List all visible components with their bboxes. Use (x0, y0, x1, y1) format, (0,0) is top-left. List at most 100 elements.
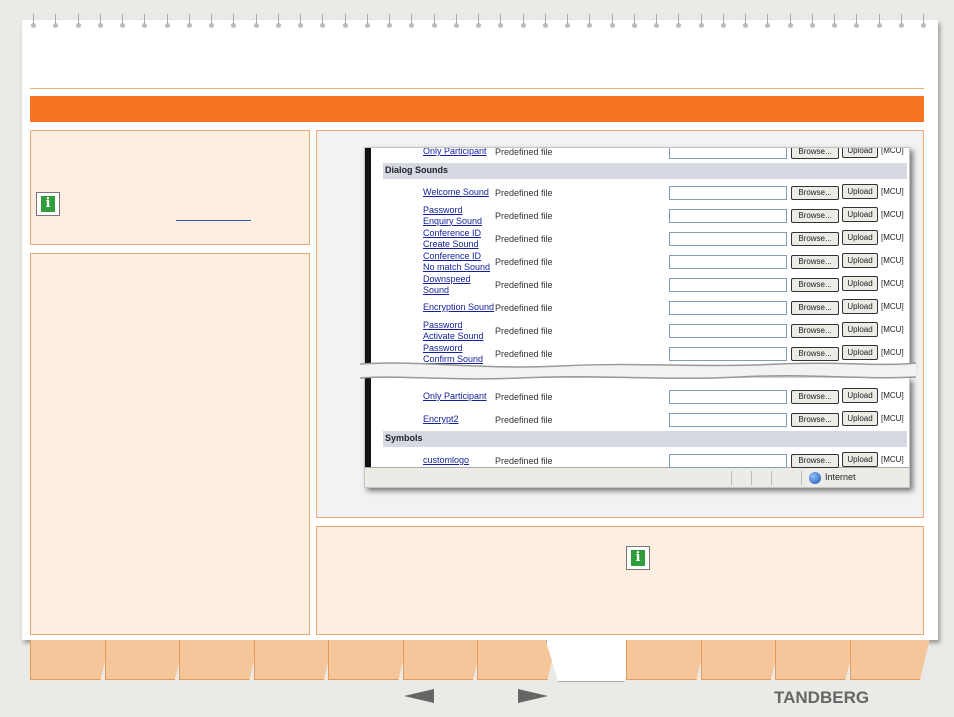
chapter-tab[interactable] (545, 640, 638, 682)
upload-button[interactable]: Upload (842, 184, 878, 199)
status-divider (731, 471, 732, 485)
browse-button[interactable]: Browse... (791, 232, 839, 246)
sound-row: Conference ID Create Sound Predefined fil… (383, 227, 907, 250)
browse-button[interactable]: Browse... (791, 148, 839, 159)
binder-ring (142, 14, 149, 28)
binder-ring (186, 14, 194, 28)
chapter-tab[interactable] (849, 640, 930, 680)
sound-name-link[interactable]: Conference ID Create Sound (423, 227, 495, 250)
sound-name-link[interactable]: Only Participant (423, 148, 495, 163)
browse-button[interactable]: Browse... (791, 390, 839, 404)
sound-name-link[interactable]: Encryption Sound (423, 296, 495, 319)
upload-button[interactable]: Upload (842, 207, 878, 222)
sound-name-link[interactable]: Downspeed Sound (423, 273, 495, 296)
binder-rings (31, 14, 932, 34)
chapter-tab[interactable] (253, 640, 334, 680)
binder-ring (31, 14, 38, 28)
file-path-input[interactable] (669, 255, 787, 269)
mcu-badge: [MCU] (881, 233, 904, 242)
section-header-bar (30, 96, 924, 122)
chapter-tab[interactable] (477, 640, 557, 680)
chapter-tabs (30, 640, 930, 682)
browse-button[interactable]: Browse... (791, 347, 839, 361)
sound-name-link[interactable]: Conference ID No match Sound (423, 250, 495, 273)
file-type-label: Predefined file (495, 414, 553, 425)
upload-button[interactable]: Upload (842, 452, 878, 467)
status-divider (751, 471, 752, 485)
upload-button[interactable]: Upload (842, 388, 878, 403)
upload-button[interactable]: Upload (842, 322, 878, 337)
chapter-tab[interactable] (775, 640, 855, 680)
file-path-input[interactable] (669, 454, 787, 468)
browse-button[interactable]: Browse... (791, 278, 839, 292)
binder-ring (787, 14, 795, 28)
file-type-label: Predefined file (495, 256, 553, 267)
file-path-input[interactable] (669, 324, 787, 338)
browse-button[interactable]: Browse... (791, 301, 839, 315)
upload-button[interactable]: Upload (842, 345, 878, 360)
browse-button[interactable]: Browse... (791, 413, 839, 427)
sound-name-link[interactable]: Welcome Sound (423, 181, 495, 204)
file-path-input[interactable] (669, 347, 787, 361)
sound-name-link[interactable]: Password Activate Sound (423, 319, 495, 342)
binder-ring (209, 14, 216, 28)
sound-name-link[interactable]: customlogo (423, 449, 495, 472)
chapter-tab[interactable] (700, 640, 781, 680)
binder-ring (453, 14, 461, 28)
file-path-input[interactable] (669, 232, 787, 246)
arrow-right-icon[interactable] (518, 689, 548, 703)
globe-icon (809, 472, 821, 484)
info-icon[interactable]: i (36, 192, 60, 216)
binder-ring (587, 14, 594, 28)
sound-name-link[interactable]: Encrypt2 (423, 408, 495, 431)
file-path-input[interactable] (669, 301, 787, 315)
binder-ring (253, 14, 261, 28)
sound-row: Password Confirm Sound Predefined file Bro… (383, 342, 907, 365)
sound-name-link[interactable]: Password Enquiry Sound (423, 204, 495, 227)
chapter-tab[interactable] (328, 640, 408, 680)
binder-ring (854, 14, 861, 28)
file-path-input[interactable] (669, 148, 787, 159)
file-type-label: Predefined file (495, 147, 553, 157)
binder-ring (342, 14, 350, 28)
browse-button[interactable]: Browse... (791, 186, 839, 200)
chapter-tab[interactable] (104, 640, 185, 680)
mcu-badge: [MCU] (881, 302, 904, 311)
browse-button[interactable]: Browse... (791, 324, 839, 338)
mcu-badge: [MCU] (881, 210, 904, 219)
binder-ring (542, 14, 550, 28)
upload-button[interactable]: Upload (842, 411, 878, 426)
sound-row: Encrypt2 Predefined file Browse... Upload [M… (383, 408, 907, 431)
file-path-input[interactable] (669, 413, 787, 427)
chapter-tab[interactable] (30, 640, 110, 680)
browse-button[interactable]: Browse... (791, 209, 839, 223)
binder-ring (75, 14, 83, 28)
file-path-input[interactable] (669, 186, 787, 200)
chapter-tab[interactable] (402, 640, 483, 680)
browse-button[interactable]: Browse... (791, 255, 839, 269)
upload-button[interactable]: Upload (842, 148, 878, 158)
arrow-left-icon[interactable] (404, 689, 434, 703)
sound-name-link[interactable]: Password Confirm Sound (423, 342, 495, 365)
upload-button[interactable]: Upload (842, 299, 878, 314)
info-link[interactable] (176, 220, 251, 221)
web-page-screenshot-bottom: Internet Only Participant Predefined file… (364, 378, 910, 488)
window-edge (365, 148, 371, 371)
description-panel (30, 253, 310, 635)
upload-button[interactable]: Upload (842, 276, 878, 291)
binder-ring (231, 14, 238, 28)
file-path-input[interactable] (669, 209, 787, 223)
binder-ring (97, 14, 105, 28)
binder-ring (387, 14, 394, 28)
chapter-tab[interactable] (626, 640, 706, 680)
chapter-tab[interactable] (179, 640, 259, 680)
sound-name-link[interactable]: Only Participant (423, 385, 495, 408)
info-icon[interactable]: i (626, 546, 650, 570)
file-path-input[interactable] (669, 390, 787, 404)
mcu-badge: [MCU] (881, 187, 904, 196)
file-path-input[interactable] (669, 278, 787, 292)
browse-button[interactable]: Browse... (791, 454, 839, 468)
upload-button[interactable]: Upload (842, 230, 878, 245)
upload-button[interactable]: Upload (842, 253, 878, 268)
mcu-badge: [MCU] (881, 348, 904, 357)
